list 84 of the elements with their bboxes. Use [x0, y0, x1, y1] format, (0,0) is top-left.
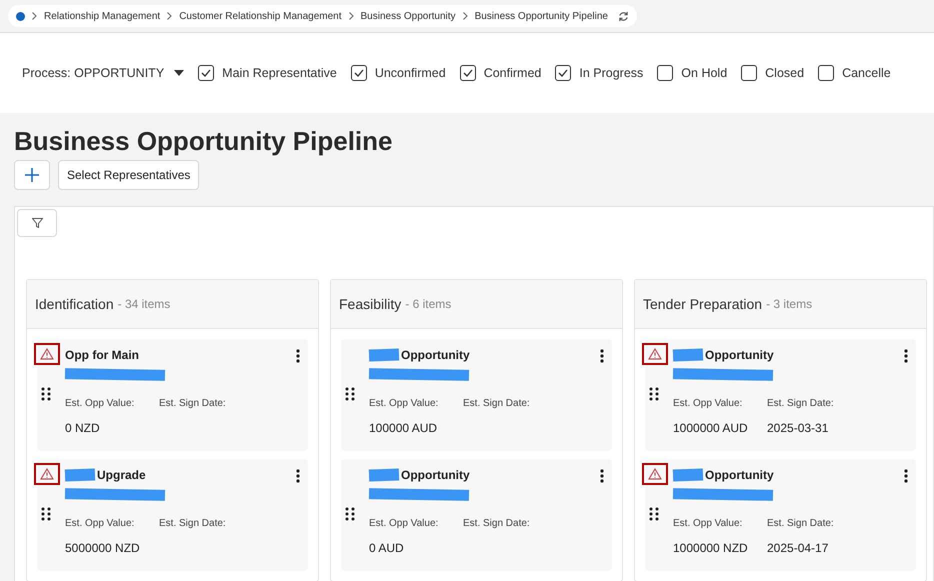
filter-icon — [32, 218, 42, 228]
more-menu-icon[interactable] — [296, 469, 300, 483]
drag-handle-icon[interactable] — [41, 507, 51, 521]
plus-icon — [25, 168, 39, 182]
field-label: Est. Sign Date: — [159, 397, 227, 411]
chevron-icon — [32, 12, 37, 20]
column-title: Identification — [35, 294, 114, 314]
checkbox-label: Cancelle — [842, 64, 891, 82]
chevron-icon — [348, 12, 354, 20]
card-title[interactable]: Opportunity — [705, 346, 774, 364]
card-title[interactable]: Opportunity — [401, 346, 470, 364]
more-menu-icon[interactable] — [904, 469, 908, 483]
drag-handle-icon[interactable] — [649, 507, 659, 521]
opportunity-card[interactable]: Opp for Main Est. Opp Value: Est. Sign Date: 0 NZD — [37, 339, 308, 451]
check-icon — [558, 68, 568, 78]
opportunity-card[interactable]: Opportunity Est. Opp Value: Est. Sign Date: 1000000 NZD 2025-04-17 — [645, 459, 916, 571]
drag-handle-icon[interactable] — [345, 387, 355, 401]
column-title: Tender Preparation — [643, 294, 762, 314]
field-label: Est. Sign Date: — [463, 517, 531, 531]
field-label: Est. Sign Date: — [463, 397, 531, 411]
checkbox[interactable] — [657, 65, 674, 81]
checkbox-label: Main Representative — [222, 64, 337, 82]
more-menu-icon[interactable] — [904, 349, 908, 363]
checkbox[interactable] — [460, 65, 476, 81]
opportunity-card[interactable]: Opportunity Est. Opp Value: Est. Sign Date: 100000 AUD — [341, 339, 612, 451]
field-value: 1000000 NZD — [673, 540, 749, 557]
field-value: 100000 AUD — [369, 420, 438, 437]
field-value: 2025-03-31 — [767, 420, 830, 437]
item-count: - 3 items — [766, 296, 812, 313]
opportunity-card[interactable]: Opportunity Est. Opp Value: Est. Sign Date: 0 AUD — [341, 459, 612, 571]
checkbox[interactable] — [198, 65, 214, 81]
field-value: 1000000 AUD — [673, 420, 749, 437]
checkbox[interactable] — [818, 65, 834, 81]
field-label: Est. Opp Value: — [369, 517, 440, 531]
page-title: Business Opportunity Pipeline — [14, 125, 394, 157]
chevron-icon — [462, 12, 468, 20]
add-button[interactable] — [14, 160, 50, 190]
field-label: Est. Sign Date: — [767, 517, 835, 531]
card-title[interactable]: Opp for Main — [65, 346, 139, 364]
field-label: Est. Sign Date: — [767, 397, 835, 411]
field-value: 0 AUD — [369, 540, 405, 557]
check-icon — [201, 68, 212, 78]
breadcrumb-link[interactable]: Customer Relationship Management — [179, 8, 342, 24]
field-label: Est. Opp Value: — [65, 397, 136, 411]
drag-handle-icon[interactable] — [345, 507, 355, 521]
checkbox-label: Unconfirmed — [374, 64, 446, 82]
check-icon — [354, 68, 364, 78]
field-label: Est. Opp Value: — [369, 397, 440, 411]
opportunity-card[interactable]: Upgrade Est. Opp Value: Est. Sign Date: 5000000 NZD — [37, 459, 308, 571]
item-count: - 6 items — [405, 296, 452, 313]
opportunity-card[interactable]: Opportunity Est. Opp Value: Est. Sign Date: 1000000 AUD 2025-03-31 — [645, 339, 916, 451]
checkbox-label: Confirmed — [484, 64, 542, 82]
process-dropdown[interactable]: Process: OPPORTUNITY — [22, 64, 184, 82]
column-title: Feasibility — [339, 294, 402, 314]
field-value: 2025-04-17 — [767, 540, 830, 557]
field-value: 0 NZD — [65, 420, 101, 437]
breadcrumb-link[interactable]: Business Opportunity Pipeline — [474, 8, 608, 24]
card-title[interactable]: Opportunity — [705, 466, 774, 484]
filter-button[interactable] — [17, 209, 57, 237]
field-label: Est. Opp Value: — [673, 517, 744, 531]
checkbox[interactable] — [350, 65, 367, 81]
drag-handle-icon[interactable] — [41, 387, 51, 401]
field-label: Est. Sign Date: — [159, 517, 227, 531]
checkbox[interactable] — [555, 65, 572, 81]
more-menu-icon[interactable] — [600, 349, 604, 363]
drag-handle-icon[interactable] — [649, 387, 659, 401]
checkbox-label: On Hold — [681, 64, 728, 82]
more-menu-icon[interactable] — [600, 469, 604, 483]
chevron-icon — [167, 12, 172, 20]
checkbox-label: In Progress — [579, 64, 644, 82]
field-label: Est. Opp Value: — [673, 397, 744, 411]
card-title[interactable]: Upgrade — [97, 466, 146, 484]
checkbox-label: Closed — [765, 64, 804, 82]
field-label: Est. Opp Value: — [65, 517, 136, 531]
card-title[interactable]: Opportunity — [401, 466, 470, 484]
breadcrumb-link[interactable]: Business Opportunity — [360, 8, 456, 24]
refresh-icon[interactable] — [618, 10, 629, 22]
field-value: 5000000 NZD — [65, 540, 141, 557]
check-icon — [462, 68, 473, 78]
select-representatives-button[interactable]: Select Representatives — [58, 160, 200, 190]
breadcrumb-link[interactable]: Relationship Management — [44, 8, 160, 24]
item-count: - 34 items — [118, 296, 170, 313]
more-menu-icon[interactable] — [296, 349, 300, 363]
checkbox[interactable] — [741, 65, 758, 81]
